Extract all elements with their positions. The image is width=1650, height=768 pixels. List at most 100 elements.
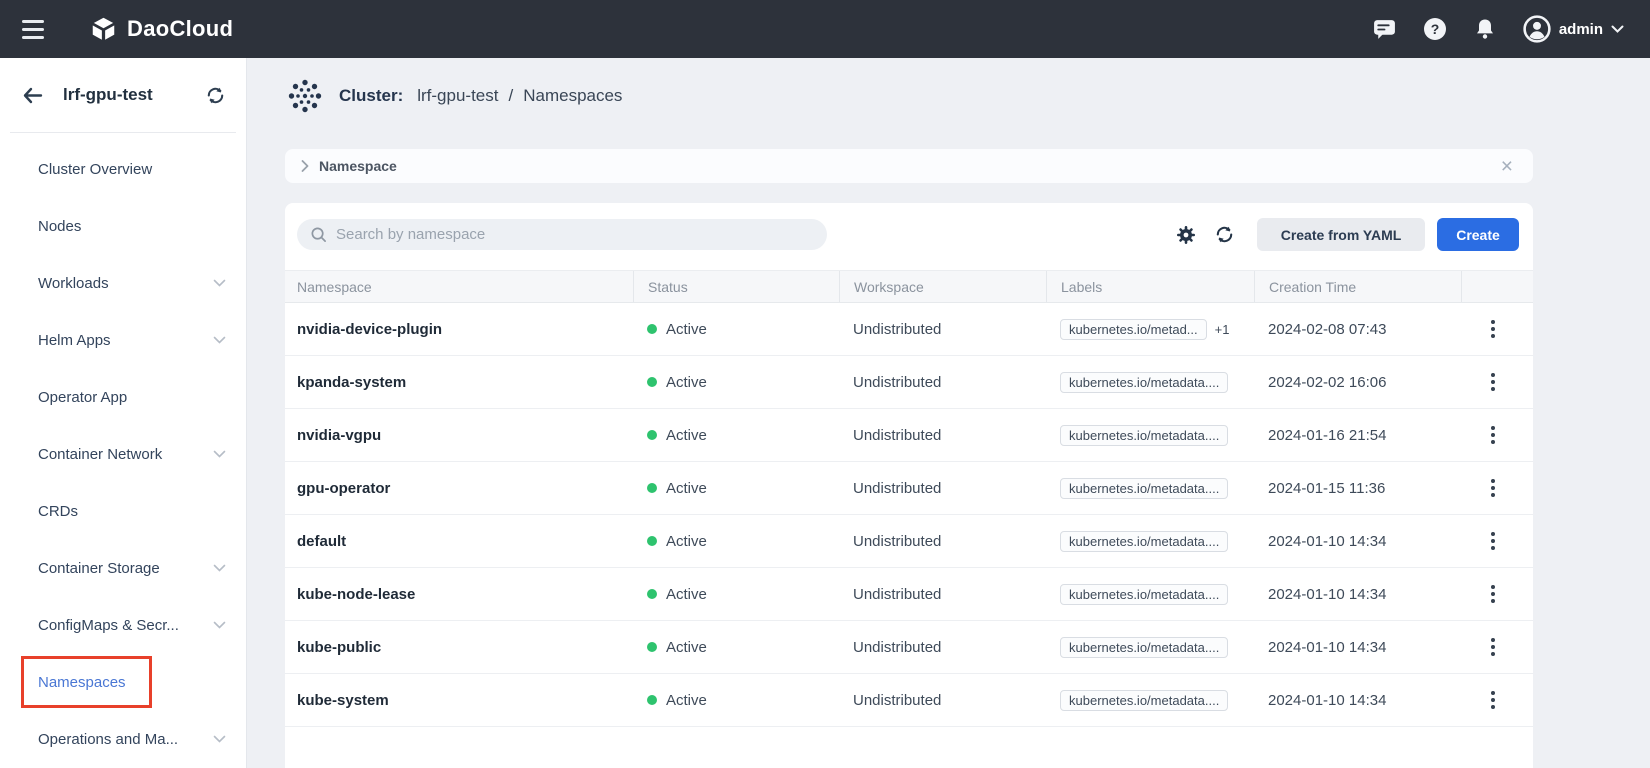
breadcrumb: Cluster: lrf-gpu-test / Namespaces [285, 74, 1533, 118]
close-icon[interactable]: × [1501, 156, 1517, 177]
chevron-down-icon [213, 621, 226, 630]
breadcrumb-cluster[interactable]: lrf-gpu-test [417, 86, 498, 106]
help-icon[interactable]: ? [1423, 17, 1447, 41]
kebab-menu-icon[interactable] [1491, 698, 1495, 702]
kebab-menu-icon[interactable] [1491, 327, 1495, 331]
collapse-chevron-icon[interactable] [301, 160, 309, 172]
workspace-value: Undistributed [839, 427, 1046, 444]
sidebar-header: lrf-gpu-test [0, 58, 246, 132]
column-header-workspace[interactable]: Workspace [839, 271, 1046, 302]
kebab-menu-icon[interactable] [1491, 486, 1495, 490]
kebab-menu-icon[interactable] [1491, 539, 1495, 543]
sidebar-item-container-storage[interactable]: Container Storage [0, 540, 246, 597]
refresh-icon[interactable] [1214, 224, 1235, 245]
status-cell: Active [633, 321, 839, 338]
kebab-menu-icon[interactable] [1491, 645, 1495, 649]
sidebar-item-crds[interactable]: CRDs [0, 483, 246, 540]
workspace-value: Undistributed [839, 533, 1046, 550]
breadcrumb-separator: / [508, 86, 513, 106]
column-header-namespace[interactable]: Namespace [285, 271, 633, 302]
namespace-name[interactable]: kube-node-lease [285, 586, 633, 603]
actions-cell [1461, 327, 1533, 331]
column-header-creation-time[interactable]: Creation Time [1254, 271, 1461, 302]
sidebar-item-label: Workloads [38, 275, 109, 292]
column-header-status[interactable]: Status [633, 271, 839, 302]
status-text: Active [666, 374, 707, 391]
sidebar-item-namespaces[interactable]: Namespaces [0, 654, 246, 711]
status-text: Active [666, 321, 707, 338]
label-chip[interactable]: kubernetes.io/metadata.... [1060, 478, 1228, 499]
creation-time: 2024-01-10 14:34 [1254, 639, 1461, 656]
sidebar-item-nodes[interactable]: Nodes [0, 198, 246, 255]
sidebar: lrf-gpu-test Cluster Overview [0, 58, 247, 768]
sidebar-item-container-network[interactable]: Container Network [0, 426, 246, 483]
menu-icon[interactable] [22, 20, 44, 39]
settings-gear-icon[interactable] [1176, 225, 1196, 245]
namespace-name[interactable]: kpanda-system [285, 374, 633, 391]
label-extra-count[interactable]: +1 [1215, 322, 1230, 337]
search-icon [310, 226, 327, 243]
sidebar-item-helm-apps[interactable]: Helm Apps [0, 312, 246, 369]
status-text: Active [666, 639, 707, 656]
search-input[interactable] [336, 226, 814, 243]
table-row: kube-system Active Undistributed kuberne… [285, 674, 1533, 727]
bell-icon[interactable] [1473, 17, 1497, 41]
sidebar-item-configmaps-secr[interactable]: ConfigMaps & Secr... [0, 597, 246, 654]
username: admin [1559, 21, 1603, 38]
create-button[interactable]: Create [1437, 218, 1519, 251]
create-from-yaml-button[interactable]: Create from YAML [1257, 218, 1425, 251]
status-text: Active [666, 427, 707, 444]
label-chip[interactable]: kubernetes.io/metad... [1060, 319, 1207, 340]
sidebar-item-label: CRDs [38, 503, 78, 520]
label-chip[interactable]: kubernetes.io/metadata.... [1060, 372, 1228, 393]
column-header-labels[interactable]: Labels [1046, 271, 1254, 302]
workspace-value: Undistributed [839, 586, 1046, 603]
creation-time: 2024-01-10 14:34 [1254, 692, 1461, 709]
user-menu[interactable]: admin [1523, 15, 1624, 43]
workspace-value: Undistributed [839, 321, 1046, 338]
sidebar-item-operations-and-ma[interactable]: Operations and Ma... [0, 711, 246, 768]
status-dot [647, 589, 657, 599]
kebab-menu-icon[interactable] [1491, 433, 1495, 437]
sidebar-item-operator-app[interactable]: Operator App [0, 369, 246, 426]
label-chip[interactable]: kubernetes.io/metadata.... [1060, 531, 1228, 552]
sidebar-item-workloads[interactable]: Workloads [0, 255, 246, 312]
namespace-panel-bar[interactable]: Namespace × [285, 149, 1533, 183]
actions-cell [1461, 592, 1533, 596]
chevron-down-icon [1611, 25, 1624, 34]
label-chip[interactable]: kubernetes.io/metadata.... [1060, 637, 1228, 658]
status-dot [647, 536, 657, 546]
search-box[interactable] [297, 219, 827, 250]
creation-time: 2024-01-15 11:36 [1254, 480, 1461, 497]
kebab-menu-icon[interactable] [1491, 592, 1495, 596]
actions-cell [1461, 433, 1533, 437]
sidebar-item-label: Helm Apps [38, 332, 111, 349]
sidebar-item-label: Cluster Overview [38, 161, 152, 178]
label-chip[interactable]: kubernetes.io/metadata.... [1060, 425, 1228, 446]
status-dot [647, 642, 657, 652]
switch-cluster-icon[interactable] [205, 85, 226, 106]
label-chip[interactable]: kubernetes.io/metadata.... [1060, 690, 1228, 711]
brand[interactable]: DaoCloud [90, 16, 233, 43]
back-arrow-icon[interactable] [22, 87, 43, 104]
label-chip[interactable]: kubernetes.io/metadata.... [1060, 584, 1228, 605]
namespace-name[interactable]: gpu-operator [285, 480, 633, 497]
panel-title: Namespace [319, 158, 397, 174]
namespace-name[interactable]: default [285, 533, 633, 550]
topbar-right: ? admin [1372, 15, 1624, 43]
namespace-name[interactable]: nvidia-vgpu [285, 427, 633, 444]
namespace-list-card: Create from YAML Create Namespace Status… [285, 203, 1533, 768]
status-text: Active [666, 480, 707, 497]
chat-icon[interactable] [1372, 18, 1397, 41]
sidebar-item-label: Operator App [38, 389, 127, 406]
sidebar-item-cluster-overview[interactable]: Cluster Overview [0, 141, 246, 198]
labels-cell: kubernetes.io/metadata.... [1046, 372, 1254, 393]
actions-cell [1461, 380, 1533, 384]
namespace-name[interactable]: kube-system [285, 692, 633, 709]
creation-time: 2024-01-10 14:34 [1254, 533, 1461, 550]
sidebar-item-label: ConfigMaps & Secr... [38, 617, 179, 634]
table-body: nvidia-device-plugin Active Undistribute… [285, 303, 1533, 727]
kebab-menu-icon[interactable] [1491, 380, 1495, 384]
namespace-name[interactable]: kube-public [285, 639, 633, 656]
namespace-name[interactable]: nvidia-device-plugin [285, 321, 633, 338]
